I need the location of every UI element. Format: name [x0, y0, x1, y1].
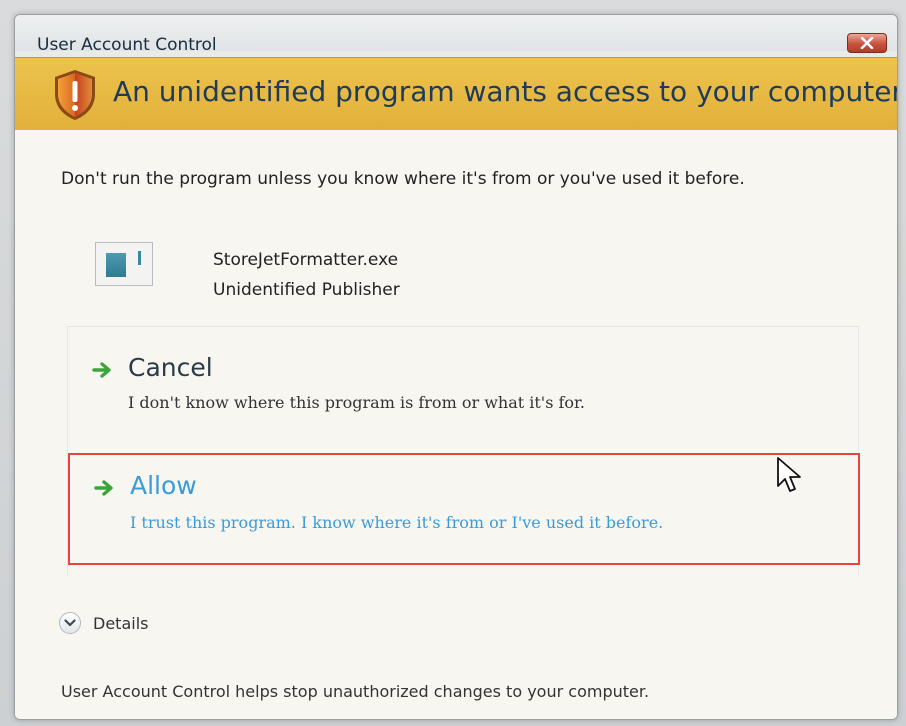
chevron-down-icon — [59, 612, 81, 634]
program-icon-window — [106, 253, 126, 277]
allow-description: I trust this program. I know where it's … — [130, 513, 664, 532]
warning-message: Don't run the program unless you know wh… — [61, 169, 745, 189]
close-icon — [860, 37, 874, 49]
cancel-option[interactable]: Cancel I don't know where this program i… — [68, 335, 858, 441]
banner-heading: An unidentified program wants access to … — [113, 75, 898, 108]
publisher-name: Unidentified Publisher — [213, 280, 400, 300]
dialog-content: Don't run the program unless you know wh… — [15, 130, 897, 719]
mouse-cursor-icon — [777, 457, 801, 492]
arrow-right-icon — [92, 362, 111, 378]
title-bar: User Account Control — [15, 15, 897, 55]
footer-message: User Account Control helps stop unauthor… — [61, 682, 650, 701]
program-icon — [95, 242, 153, 286]
options-area: Cancel I don't know where this program i… — [67, 326, 860, 577]
uac-dialog: User Account Control An unidentified pro… — [14, 14, 898, 720]
shield-warning-icon — [55, 70, 95, 120]
program-icon-bar — [138, 251, 141, 265]
allow-option[interactable]: Allow I trust this program. I know where… — [68, 453, 860, 565]
allow-title: Allow — [130, 471, 197, 500]
details-button[interactable]: Details — [59, 610, 148, 636]
details-label: Details — [93, 613, 149, 633]
warning-banner: An unidentified program wants access to … — [15, 57, 897, 131]
arrow-right-icon — [94, 480, 113, 496]
cancel-title: Cancel — [128, 353, 213, 382]
window-title: User Account Control — [37, 35, 217, 55]
close-button[interactable] — [847, 33, 887, 53]
screen: User Account Control An unidentified pro… — [0, 0, 906, 726]
program-name: StoreJetFormatter.exe — [213, 250, 399, 270]
cancel-description: I don't know where this program is from … — [128, 393, 586, 412]
